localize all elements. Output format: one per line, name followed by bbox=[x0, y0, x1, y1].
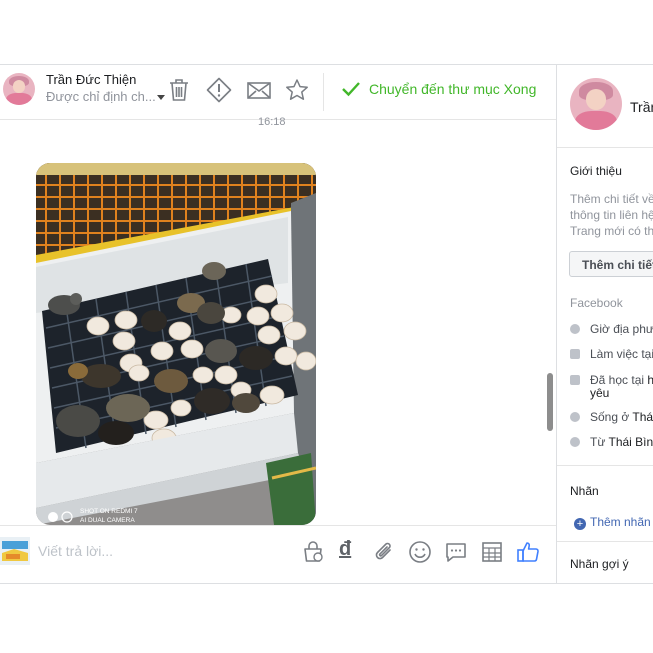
move-to-done-button[interactable]: Chuyển đến thư mục Xong bbox=[341, 81, 536, 97]
intro-title: Giới thiệu bbox=[570, 164, 622, 178]
profile-avatar[interactable] bbox=[570, 78, 622, 130]
chat-icon[interactable] bbox=[444, 540, 468, 564]
move-to-done-label: Chuyển đến thư mục Xong bbox=[369, 81, 537, 97]
add-details-button[interactable]: Thêm chi tiết bbox=[569, 251, 653, 277]
sender-name[interactable]: Trần Đức Thiện bbox=[46, 72, 136, 87]
reply-input[interactable]: Viết trả lời... bbox=[38, 543, 113, 559]
location-pin-icon bbox=[570, 412, 580, 422]
assigned-to[interactable]: Được chỉ định ch... bbox=[46, 89, 156, 104]
header-divider bbox=[323, 73, 324, 111]
intro-text-line3: Trang mới có th bbox=[570, 224, 653, 238]
smiley-icon[interactable] bbox=[408, 540, 432, 564]
bag-icon[interactable] bbox=[301, 540, 325, 564]
alert-icon[interactable] bbox=[206, 77, 232, 103]
photo-watermark-line2: AI DUAL CAMERA bbox=[80, 517, 135, 524]
table-icon[interactable] bbox=[480, 540, 504, 564]
labels-title: Nhãn bbox=[570, 484, 599, 498]
profile-name[interactable]: Trần bbox=[630, 99, 653, 115]
add-label-button[interactable]: + Thêm nhãn bbox=[574, 515, 651, 530]
graduation-cap-icon bbox=[570, 375, 580, 385]
intro-text-line1: Thêm chi tiết về bbox=[570, 192, 653, 206]
suggested-labels-title: Nhãn gợi ý bbox=[570, 557, 629, 571]
trash-icon[interactable] bbox=[166, 77, 192, 103]
profile-divider bbox=[557, 147, 653, 148]
briefcase-icon bbox=[570, 349, 580, 359]
incubator-chicks-image: SHOT ON REDMI 7 AI DUAL CAMERA bbox=[36, 163, 316, 525]
clock-icon bbox=[570, 324, 580, 334]
sender-avatar[interactable] bbox=[3, 73, 35, 105]
scrollbar-thumb[interactable] bbox=[547, 373, 553, 431]
location-pin-icon bbox=[570, 437, 580, 447]
profile-panel: Trần Giới thiệu Thêm chi tiết về thông t… bbox=[556, 65, 653, 583]
detail-school-line2: yêu bbox=[590, 386, 610, 400]
messenger-window: Trần Đức Thiện Được chỉ định ch... Chuyể… bbox=[0, 64, 653, 584]
photo-watermark-line1: SHOT ON REDMI 7 bbox=[80, 508, 138, 515]
profile-divider bbox=[557, 465, 653, 466]
detail-from: Từ Thái Bìn bbox=[570, 435, 653, 449]
currency-icon[interactable]: đ bbox=[339, 538, 351, 561]
intro-text-line2: thông tin liên hệ bbox=[570, 208, 653, 222]
profile-divider bbox=[557, 541, 653, 542]
facebook-title: Facebook bbox=[570, 296, 623, 310]
detail-lives-in: Sống ở Thá bbox=[570, 410, 653, 424]
message-timestamp: 16:18 bbox=[258, 116, 286, 128]
star-icon[interactable] bbox=[284, 77, 310, 103]
reply-composer: Viết trả lời... đ bbox=[0, 525, 556, 583]
mail-icon[interactable] bbox=[246, 77, 272, 103]
detail-work: Làm việc tại bbox=[570, 347, 653, 361]
paperclip-icon[interactable] bbox=[372, 540, 396, 564]
detail-local-time: Giờ địa phư bbox=[570, 322, 653, 336]
like-icon[interactable] bbox=[516, 540, 540, 564]
checkmark-icon bbox=[342, 82, 360, 97]
sticker-thumbnail-icon[interactable] bbox=[0, 537, 30, 565]
conversation-header: Trần Đức Thiện Được chỉ định ch... Chuyể… bbox=[0, 65, 556, 120]
chevron-down-icon[interactable] bbox=[157, 95, 165, 100]
message-photo[interactable]: SHOT ON REDMI 7 AI DUAL CAMERA bbox=[36, 163, 316, 525]
detail-school: Đã học tại h bbox=[570, 373, 653, 387]
plus-icon: + bbox=[574, 518, 586, 530]
